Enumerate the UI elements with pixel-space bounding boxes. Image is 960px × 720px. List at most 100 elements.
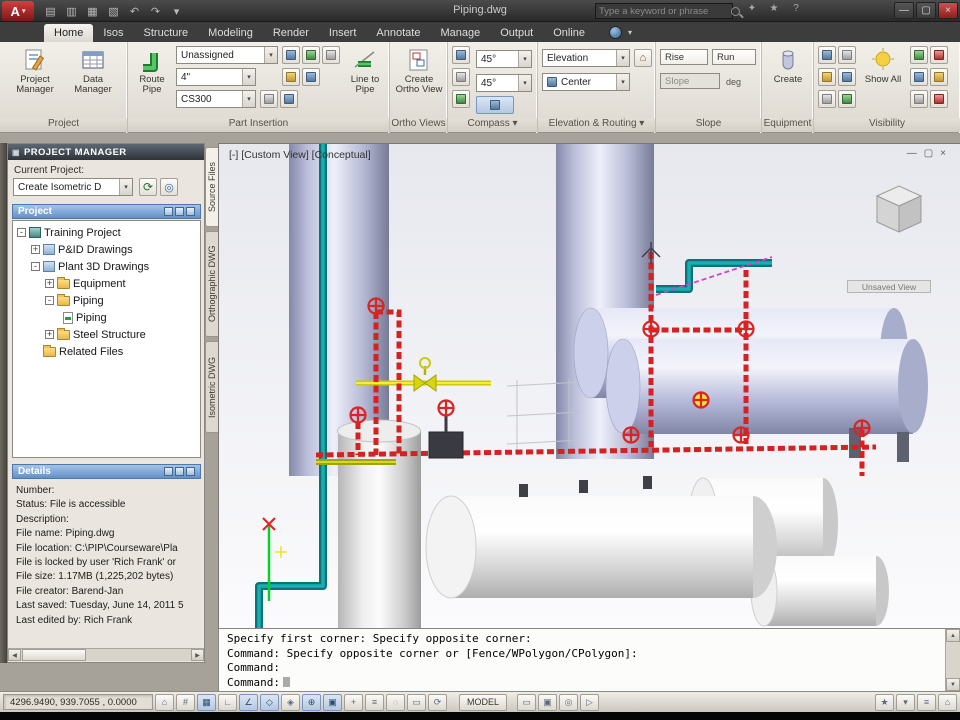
quick-view-layouts-button[interactable]: ▭ <box>517 693 537 711</box>
drawing-close-icon[interactable]: × <box>940 148 946 159</box>
show-all-button[interactable]: Show All <box>860 44 906 85</box>
size-tool-2-button[interactable] <box>302 68 320 86</box>
exchange-icon[interactable]: ✦ <box>745 3 759 14</box>
show-motion-button[interactable]: ▷ <box>580 693 600 711</box>
tab-render[interactable]: Render <box>263 24 319 42</box>
compass-angle-1-select[interactable]: 45° ▾ <box>476 50 532 68</box>
pipe-size-select[interactable]: 4" ▾ <box>176 68 256 86</box>
grid-toggle[interactable]: ▦ <box>197 693 216 711</box>
layer-off-button[interactable] <box>930 46 948 64</box>
tab-home[interactable]: Home <box>44 24 94 42</box>
scroll-right-icon[interactable]: ▶ <box>191 649 204 661</box>
create-ortho-view-button[interactable]: Create Ortho View <box>395 44 443 95</box>
favorites-icon[interactable]: ★ <box>767 3 781 14</box>
spec-options-button[interactable] <box>322 46 340 64</box>
osnap-3d-toggle[interactable]: ◈ <box>281 693 300 711</box>
line-to-pipe-button[interactable]: Line to Pipe <box>342 44 388 95</box>
dynamic-input-toggle[interactable]: + <box>344 693 363 711</box>
tab-modeling[interactable]: Modeling <box>198 24 263 42</box>
project-section-header[interactable]: Project <box>12 204 201 219</box>
workspace-icon[interactable] <box>609 26 623 39</box>
layer-freeze-button[interactable] <box>910 68 928 86</box>
minimize-button[interactable]: — <box>894 2 914 19</box>
scrollbar-thumb[interactable] <box>22 649 86 661</box>
spec-update-button[interactable] <box>302 46 320 64</box>
panel-label-equipment[interactable]: Equipment <box>762 118 813 132</box>
create-equipment-button[interactable]: Create <box>765 44 811 85</box>
tree-item-piping-drawing[interactable]: Piping <box>17 309 200 326</box>
details-section-header[interactable]: Details <box>12 464 201 479</box>
elevation-home-button[interactable]: ⌂ <box>634 49 652 67</box>
open-icon[interactable]: ▥ <box>63 3 80 19</box>
quick-properties-toggle[interactable]: ▭ <box>407 693 426 711</box>
infer-constraints-toggle[interactable]: ⌂ <box>155 693 174 711</box>
tree-toggle-icon[interactable]: + <box>45 279 54 288</box>
qat-dropdown-icon[interactable]: ▾ <box>168 3 185 19</box>
line-number-select[interactable]: CS300 ▾ <box>176 90 256 108</box>
gate-valve-body[interactable] <box>428 431 464 459</box>
drawing-viewport[interactable]: [-] [Custom View] [Conceptual] — ▢ × Uns… <box>218 143 960 628</box>
panel-label-project[interactable]: Project <box>0 118 127 132</box>
tree-toggle-icon[interactable]: - <box>45 296 54 305</box>
hide-selected-button[interactable] <box>818 46 836 64</box>
lineweight-toggle[interactable]: ≡ <box>365 693 384 711</box>
palette-grip[interactable] <box>0 143 7 663</box>
options-icon[interactable] <box>186 467 195 476</box>
undo-icon[interactable]: ↶ <box>126 3 143 19</box>
tab-insert[interactable]: Insert <box>319 24 367 42</box>
panel-label-elevation-routing[interactable]: Elevation & Routing ▾ <box>538 118 655 132</box>
application-menu-button[interactable]: A ▾ <box>2 1 34 21</box>
redo-icon[interactable]: ↷ <box>147 3 164 19</box>
osnap-toggle[interactable]: ◇ <box>260 693 279 711</box>
palette-titlebar[interactable]: ▣ PROJECT MANAGER <box>8 144 204 160</box>
ortho-toggle[interactable]: ∟ <box>218 693 237 711</box>
spec-viewer-button[interactable] <box>282 46 300 64</box>
line-tool-1-button[interactable] <box>260 90 278 108</box>
tab-output[interactable]: Output <box>490 24 543 42</box>
size-tool-1-button[interactable] <box>282 68 300 86</box>
otrack-toggle[interactable]: ⊕ <box>302 693 321 711</box>
panel-label-part-insertion[interactable]: Part Insertion <box>128 118 389 132</box>
refresh-project-button[interactable]: ⟳ <box>139 178 157 196</box>
save-icon[interactable]: ▦ <box>84 3 101 19</box>
panel-label-slope[interactable]: Slope <box>656 118 761 132</box>
steering-wheel-button[interactable]: ◎ <box>559 693 579 711</box>
tree-item-training-project[interactable]: - Training Project <box>17 224 200 241</box>
tree-item-piping-folder[interactable]: - Piping <box>17 292 200 309</box>
model-space-button[interactable]: MODEL <box>459 693 508 711</box>
tree-item-equipment[interactable]: + Equipment <box>17 275 200 292</box>
isolate-layer-button[interactable] <box>838 68 856 86</box>
compass-plane-button[interactable] <box>452 90 470 108</box>
compass-angle-2-select[interactable]: 45° ▾ <box>476 74 532 92</box>
tab-manage[interactable]: Manage <box>430 24 490 42</box>
ribbon-minimize-icon[interactable]: ▾ <box>628 28 632 37</box>
tree-toggle-icon[interactable]: - <box>31 262 40 271</box>
tab-structure[interactable]: Structure <box>134 24 199 42</box>
transparency-toggle[interactable]: ◌ <box>386 693 405 711</box>
tree-item-related-files[interactable]: Related Files <box>17 343 200 360</box>
scroll-down-icon[interactable]: ▼ <box>946 678 960 691</box>
pin-icon[interactable] <box>164 207 173 216</box>
panel-label-visibility[interactable]: Visibility <box>814 118 960 132</box>
tab-isometric-dwg[interactable]: Isometric DWG <box>205 341 218 433</box>
pin-icon[interactable] <box>164 467 173 476</box>
pipe-spec-select[interactable]: Unassigned ▾ <box>176 46 278 64</box>
palette-horizontal-scrollbar[interactable]: ◀ ▶ <box>8 648 204 661</box>
viewcube[interactable] <box>867 174 931 238</box>
panel-label-compass[interactable]: Compass ▾ <box>448 118 537 132</box>
scroll-up-icon[interactable]: ▲ <box>946 629 960 642</box>
annotation-scale-button[interactable]: ★ <box>875 693 894 711</box>
compass-toggle-button[interactable] <box>452 46 470 64</box>
maximize-button[interactable]: ▢ <box>916 2 936 19</box>
selection-cycling-toggle[interactable]: ⟳ <box>428 693 447 711</box>
column-front-white[interactable] <box>337 419 422 628</box>
expand-icon[interactable] <box>175 467 184 476</box>
snap-toggle[interactable]: # <box>176 693 195 711</box>
plot-icon[interactable]: ▧ <box>105 3 122 19</box>
close-button[interactable]: × <box>938 2 958 19</box>
help-icon[interactable]: ? <box>789 3 803 14</box>
layer-on-button[interactable] <box>910 46 928 64</box>
command-prompt-line[interactable]: Command: <box>227 676 942 691</box>
unsaved-view-button[interactable]: Unsaved View <box>847 280 931 293</box>
coordinates-readout[interactable]: 4296.9490, 939.7055 , 0.0000 <box>3 694 153 710</box>
